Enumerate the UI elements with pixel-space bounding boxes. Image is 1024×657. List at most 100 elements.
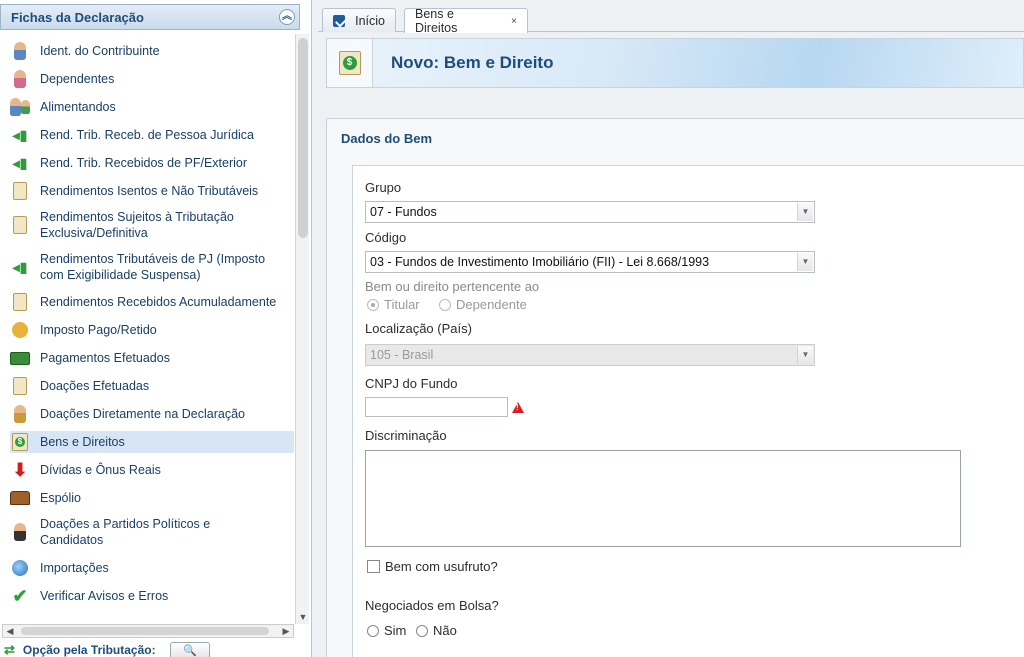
sidebar-item-rend-trib-pf[interactable]: ◂▮ Rend. Trib. Recebidos de PF/Exterior (10, 154, 294, 172)
money-arrow-icon: ◂▮ (12, 155, 28, 171)
sidebar-item-verificar[interactable]: ✔ Verificar Avisos e Erros (10, 587, 294, 605)
sidebar-footer: ⇄ Opção pela Tributação: (4, 642, 304, 657)
cnpj-input[interactable] (365, 397, 508, 417)
sidebar-item-bens-direitos[interactable]: $ Bens e Direitos (10, 431, 294, 453)
titular-radio[interactable]: Titular (367, 297, 420, 312)
person-coin-icon (10, 522, 30, 542)
tab-bar: Início Bens e Direitos × (318, 0, 1024, 35)
sidebar-item-imposto-pago[interactable]: Imposto Pago/Retido (10, 321, 294, 339)
sidebar-header: Fichas da Declaração ︽ (0, 4, 300, 30)
sidebar-item-label: Pagamentos Efetuados (40, 351, 170, 365)
gift-document-icon (10, 376, 30, 396)
radio-icon (367, 624, 379, 637)
sidebar-item-rend-acumulados[interactable]: Rendimentos Recebidos Acumuladamente (10, 293, 294, 311)
hand-coin-icon (10, 320, 30, 340)
bolsa-label: Negociados em Bolsa? (365, 598, 499, 613)
chevron-down-icon[interactable]: ▼ (797, 203, 813, 221)
sidebar-item-espolio[interactable]: Espólio (10, 489, 294, 507)
footer-label: Opção pela Tributação: (22, 642, 156, 657)
sidebar-item-ident-contribuinte[interactable]: Ident. do Contribuinte (10, 42, 294, 60)
main-area: Início Bens e Direitos × $ Novo: Bem e D… (318, 0, 1024, 657)
page-header: $ Novo: Bem e Direito (326, 38, 1024, 88)
localizacao-label: Localização (País) (365, 321, 472, 336)
bens-icon: $ (327, 39, 373, 87)
sidebar-item-doacoes-diretas[interactable]: Doações Diretamente na Declaração (10, 405, 294, 423)
form-body: Grupo 07 - Fundos ▼ Código 03 - Fundos d… (352, 165, 1024, 657)
grupo-value: 07 - Fundos (370, 205, 437, 219)
nao-radio[interactable]: Não (416, 623, 457, 638)
sidebar-item-label: Verificar Avisos e Erros (40, 589, 169, 603)
sidebar-item-dependentes[interactable]: Dependentes (10, 70, 294, 88)
chevron-down-icon[interactable]: ▼ (296, 610, 310, 624)
codigo-select[interactable]: 03 - Fundos de Investimento Imobiliário … (365, 251, 815, 273)
sidebar-item-rend-exclusiva[interactable]: Rendimentos Sujeitos à Tributação Exclus… (10, 208, 294, 242)
document-check-icon (10, 181, 30, 201)
radio-label: Não (433, 623, 457, 638)
sidebar-item-label: Rend. Trib. Receb. de Pessoa Jurídica (40, 128, 255, 142)
sidebar-item-pagamentos[interactable]: Pagamentos Efetuados (10, 349, 294, 367)
sidebar-item-label: Rendimentos Sujeitos à Tributação Exclus… (40, 210, 234, 240)
sidebar-item-dividas[interactable]: ⬇ Dívidas e Ônus Reais (10, 461, 294, 479)
search-button[interactable]: 🔍 (170, 642, 210, 657)
people-gift-icon (10, 404, 30, 424)
chevron-down-icon[interactable]: ▼ (797, 253, 813, 271)
tab-inicio[interactable]: Início (322, 8, 396, 32)
sidebar-list: Ident. do Contribuinte Dependentes Alime… (0, 36, 294, 621)
sidebar-item-importacoes[interactable]: Importações (10, 559, 294, 577)
sidebar-item-label: Rendimentos Recebidos Acumuladamente (40, 295, 277, 309)
sidebar-item-alimentandos[interactable]: Alimentandos (10, 98, 294, 116)
page-title: Novo: Bem e Direito (391, 53, 554, 72)
radio-label: Dependente (456, 297, 527, 312)
bens-icon: $ (10, 432, 30, 452)
sidebar-item-label: Rendimentos Tributáveis de PJ (Imposto c… (40, 252, 266, 282)
sidebar-horizontal-scrollbar[interactable]: ◀ ▶ (2, 624, 294, 638)
globe-icon (10, 558, 30, 578)
person-icon (10, 41, 30, 61)
localizacao-select[interactable]: 105 - Brasil ▼ (365, 344, 815, 366)
sidebar-title: Fichas da Declaração (11, 9, 144, 25)
sidebar-item-rend-isentos[interactable]: Rendimentos Isentos e Não Tributáveis (10, 182, 294, 200)
dependente-radio[interactable]: Dependente (439, 297, 527, 312)
sidebar-item-rend-trib-pj[interactable]: ◂▮ Rend. Trib. Receb. de Pessoa Jurídica (10, 126, 294, 144)
tab-bens-direitos[interactable]: Bens e Direitos × (404, 7, 528, 35)
sim-radio[interactable]: Sim (367, 623, 406, 638)
radio-icon (416, 624, 428, 637)
scrollbar-thumb[interactable] (21, 627, 269, 635)
sidebar-item-label: Bens e Direitos (40, 435, 125, 449)
chevron-down-icon[interactable]: ▼ (797, 346, 813, 364)
sidebar-item-rend-pj-suspensa[interactable]: ◂▮ Rendimentos Tributáveis de PJ (Impost… (10, 250, 294, 284)
chevron-left-icon[interactable]: ◀ (3, 625, 17, 637)
scrollbar-thumb[interactable] (298, 38, 308, 238)
sidebar: Fichas da Declaração ︽ Ident. do Contrib… (0, 0, 312, 657)
money-warning-icon: ◂▮ (12, 259, 28, 275)
people-add-icon (10, 97, 30, 117)
sidebar-item-label: Doações a Partidos Políticos e Candidato… (40, 517, 211, 547)
radio-label: Sim (384, 623, 407, 638)
money-arrow-icon: ◂▮ (12, 127, 28, 143)
chest-icon (10, 488, 30, 508)
sidebar-item-partidos[interactable]: Doações a Partidos Políticos e Candidato… (10, 515, 294, 549)
sidebar-item-doacoes[interactable]: Doações Efetuadas (10, 377, 294, 395)
usufruto-checkbox[interactable]: Bem com usufruto? (367, 559, 498, 574)
codigo-label: Código (365, 230, 407, 245)
sidebar-item-label: Doações Efetuadas (40, 379, 150, 393)
close-icon[interactable]: × (511, 16, 517, 27)
discriminacao-textarea[interactable] (365, 450, 961, 547)
sidebar-vertical-scrollbar[interactable]: ▼ (295, 34, 309, 624)
sidebar-item-label: Imposto Pago/Retido (40, 323, 157, 337)
check-icon: ✔ (12, 586, 28, 606)
checkbox-icon (367, 560, 380, 573)
tab-label: Início (355, 13, 385, 28)
down-arrow-icon: ⬇ (12, 460, 28, 480)
radio-label: Titular (384, 297, 420, 312)
search-icon: 🔍 (183, 645, 197, 657)
form-panel: Dados do Bem Grupo 07 - Fundos ▼ Código … (326, 118, 1024, 657)
people-icon (10, 69, 30, 89)
sidebar-item-label: Rendimentos Isentos e Não Tributáveis (40, 184, 259, 198)
collapse-icon[interactable]: ︽ (279, 9, 295, 25)
chevron-right-icon[interactable]: ▶ (279, 625, 293, 637)
pertencente-label: Bem ou direito pertencente ao (365, 279, 540, 294)
grupo-select[interactable]: 07 - Fundos ▼ (365, 201, 815, 223)
sidebar-item-label: Rend. Trib. Recebidos de PF/Exterior (40, 156, 248, 170)
arrows-icon: ⇄ (4, 641, 15, 657)
